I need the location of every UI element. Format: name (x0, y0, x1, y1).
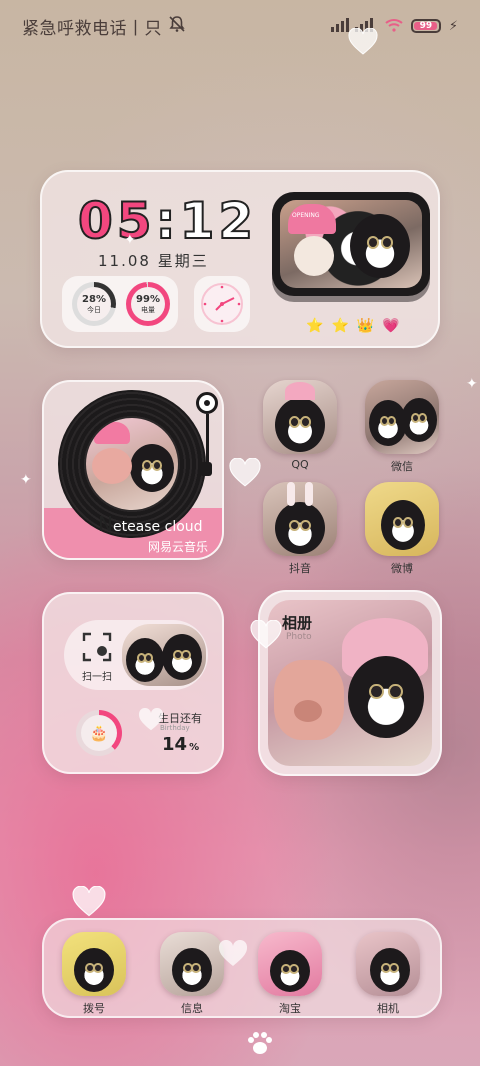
clock-hour: 05 (77, 191, 156, 251)
heart-decoration (138, 707, 168, 736)
heart-decoration (218, 939, 248, 968)
qq-icon (263, 380, 337, 454)
crown-emoji: 👑 (356, 318, 375, 334)
heart-decoration (348, 27, 378, 56)
phone-icon (62, 932, 126, 996)
clock-time: 05:12 (77, 191, 258, 251)
today-ring: 28% 今日 (72, 282, 116, 326)
sparkle-icon: ✦ (466, 376, 478, 392)
stats-box: 28% 今日 99% 电量 (62, 276, 178, 332)
camera-icon (356, 932, 420, 996)
app-wechat[interactable]: 微信 (362, 380, 442, 474)
music-subtitle: 网易云音乐 (148, 540, 209, 554)
app-qq[interactable]: QQ (260, 380, 340, 471)
taobao-icon (258, 932, 322, 996)
status-bar: 紧急呼救电话丨只 99 ⚡ (0, 0, 480, 48)
scan-label: 扫一扫 (82, 672, 112, 683)
photo-badge: OPENING (292, 212, 320, 219)
battery-icon: 99 (410, 19, 441, 33)
music-widget[interactable]: Netease cloud 网易云音乐 (42, 380, 224, 560)
cake-ring: 🎂 (76, 710, 122, 756)
sparkle-icon: ✦ (20, 472, 32, 488)
vinyl-cat-photo (86, 418, 178, 510)
star-emoji-1: ⭐ (306, 318, 324, 334)
messages-icon (160, 932, 224, 996)
battery-percent: 99% (136, 293, 160, 305)
clock-widget[interactable]: 05:12 11.08 星期三 28% 今日 99% 电量 OPENING ⭐ … (40, 170, 440, 348)
clock-minute: 12 (179, 191, 258, 251)
sparkle-icon: ✦ (124, 232, 136, 248)
star-emoji-2: ⭐ (331, 318, 349, 334)
status-left: 紧急呼救电话丨只 (22, 14, 186, 39)
heart-decoration (72, 885, 106, 917)
app-label: 微信 (391, 460, 413, 473)
dock-camera[interactable]: 相机 (348, 932, 428, 1016)
dock-dialer[interactable]: 拨号 (54, 932, 134, 1016)
app-label: 信息 (181, 1002, 203, 1015)
album-title: 相册 (282, 614, 313, 632)
app-label: 相机 (377, 1002, 399, 1015)
battery-level: 99 (419, 21, 433, 31)
app-douyin[interactable]: 抖音 (260, 482, 340, 576)
scan-pill[interactable]: 扫一扫 (64, 620, 208, 690)
mute-icon (168, 15, 186, 38)
album-widget[interactable]: 相册 Photo (258, 590, 442, 776)
birthday-value: 14% (162, 734, 200, 755)
battery-label: 电量 (141, 305, 155, 314)
weibo-icon (365, 482, 439, 556)
scan-cat-photo (122, 624, 206, 686)
heart-decoration (250, 619, 282, 649)
cake-icon: 🎂 (89, 724, 109, 742)
album-subtitle: Photo (286, 632, 312, 642)
app-label: QQ (291, 458, 309, 471)
tonearm-icon (196, 392, 218, 414)
music-title: Netease cloud (98, 512, 203, 536)
scan-icon (82, 632, 112, 666)
scan-birthday-widget: 扫一扫 🎂 生日还有 Birthday 14% (42, 592, 224, 774)
app-label: 淘宝 (279, 1002, 301, 1015)
clock-date: 11.08 星期三 (98, 252, 209, 270)
wifi-icon (385, 17, 403, 36)
wechat-icon (365, 380, 439, 454)
analog-clock-icon (201, 283, 243, 325)
battery-ring: 99% 电量 (126, 282, 170, 326)
analog-clock-box (194, 276, 250, 332)
app-label: 微博 (391, 562, 413, 575)
emoji-row: ⭐ ⭐ 👑 💗 (306, 318, 400, 334)
app-weibo[interactable]: 微博 (362, 482, 442, 576)
dock-taobao[interactable]: 淘宝 (250, 932, 330, 1016)
emergency-text: 紧急呼救电话丨只 (22, 19, 162, 39)
today-percent: 28% (82, 293, 106, 305)
tv-photo-frame: OPENING (272, 192, 430, 296)
app-label: 抖音 (289, 562, 311, 575)
heart-emoji: 💗 (382, 318, 400, 334)
today-label: 今日 (87, 305, 101, 314)
charging-icon: ⚡ (448, 18, 458, 34)
cat-photo: OPENING (280, 200, 422, 288)
app-label: 拨号 (83, 1002, 105, 1015)
heart-decoration (228, 457, 261, 487)
douyin-icon (263, 482, 337, 556)
paw-icon (246, 1030, 274, 1060)
